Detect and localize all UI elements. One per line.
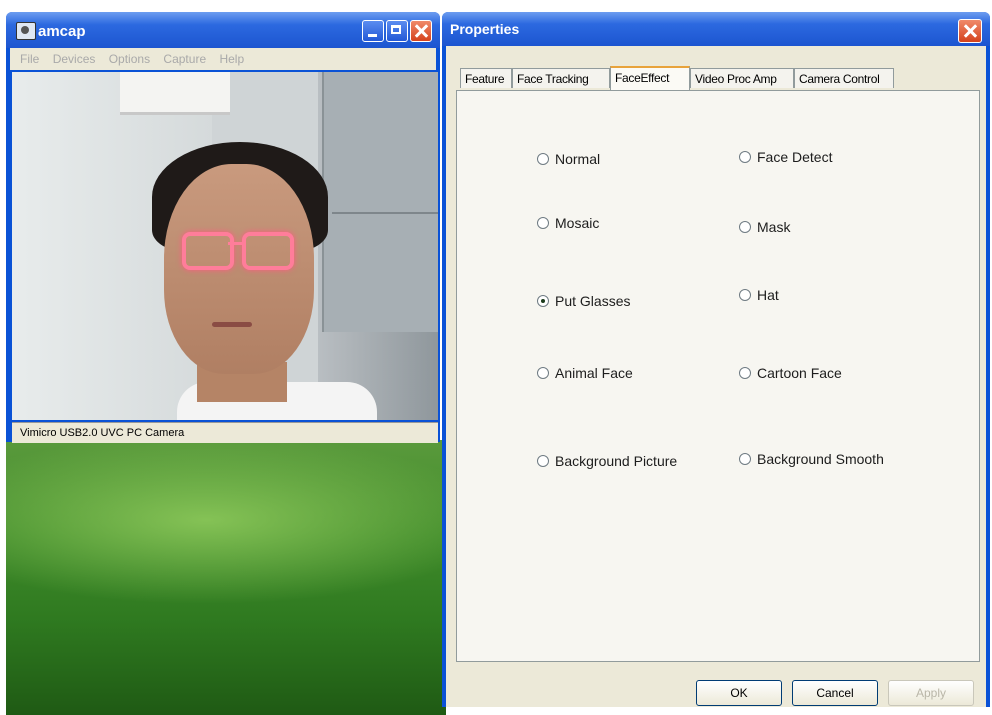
- radio-mask[interactable]: Mask: [739, 219, 790, 235]
- radio-normal[interactable]: Normal: [537, 151, 600, 167]
- amcap-menubar: File Devices Options Capture Help: [10, 48, 436, 70]
- radio-label: Background Picture: [555, 453, 678, 469]
- tab-face-effect[interactable]: FaceEffect: [610, 66, 690, 90]
- radio-indicator[interactable]: [537, 455, 549, 468]
- ok-button[interactable]: OK: [696, 680, 782, 706]
- desktop-wallpaper: [6, 440, 446, 715]
- menu-devices[interactable]: Devices: [53, 52, 96, 66]
- camera-device-name: Vimicro USB2.0 UVC PC Camera: [20, 427, 185, 439]
- radio-indicator[interactable]: [537, 367, 549, 380]
- virtual-glasses-right: [242, 232, 294, 270]
- virtual-glasses-left: [182, 232, 234, 270]
- close-icon[interactable]: [958, 19, 982, 43]
- face-effect-panel: Normal Face Detect Mosaic Mask Put Glass…: [456, 90, 980, 662]
- properties-title: Properties: [450, 21, 520, 37]
- radio-label: Hat: [757, 287, 779, 303]
- radio-indicator[interactable]: [739, 367, 751, 380]
- radio-hat[interactable]: Hat: [739, 287, 779, 303]
- virtual-glasses-bridge: [228, 242, 244, 245]
- radio-label: Put Glasses: [555, 293, 631, 309]
- cabinet-edge: [332, 212, 438, 214]
- radio-indicator[interactable]: [537, 153, 549, 166]
- apply-button[interactable]: Apply: [888, 680, 974, 706]
- properties-body: Feature Face Tracking FaceEffect Video P…: [446, 46, 986, 707]
- tab-feature[interactable]: Feature: [460, 68, 512, 88]
- air-conditioner: [120, 72, 230, 115]
- cancel-button[interactable]: Cancel: [792, 680, 878, 706]
- tab-video-proc-amp[interactable]: Video Proc Amp: [690, 68, 794, 88]
- radio-animal-face[interactable]: Animal Face: [537, 365, 633, 381]
- radio-indicator[interactable]: [537, 217, 549, 230]
- camera-app-icon[interactable]: [16, 22, 36, 40]
- camera-preview: [12, 72, 438, 420]
- maximize-icon[interactable]: [386, 20, 408, 42]
- radio-cartoon-face[interactable]: Cartoon Face: [739, 365, 842, 381]
- amcap-statusbar: Vimicro USB2.0 UVC PC Camera: [12, 422, 438, 443]
- radio-label: Animal Face: [555, 365, 633, 381]
- tab-camera-control[interactable]: Camera Control: [794, 68, 894, 88]
- radio-label: Background Smooth: [757, 451, 884, 467]
- cabinet: [322, 72, 438, 332]
- properties-dialog: Properties Feature Face Tracking FaceEff…: [442, 12, 990, 707]
- radio-indicator[interactable]: [739, 453, 751, 466]
- radio-label: Mask: [757, 219, 791, 235]
- radio-background-picture[interactable]: Background Picture: [537, 453, 677, 469]
- tab-face-tracking[interactable]: Face Tracking: [512, 68, 610, 88]
- radio-indicator[interactable]: [739, 289, 751, 302]
- radio-put-glasses[interactable]: Put Glasses: [537, 293, 630, 309]
- menu-capture[interactable]: Capture: [163, 52, 206, 66]
- properties-titlebar[interactable]: Properties: [442, 12, 990, 46]
- radio-indicator[interactable]: [739, 221, 751, 234]
- radio-label: Face Detect: [757, 149, 833, 165]
- radio-label: Cartoon Face: [757, 365, 842, 381]
- amcap-titlebar[interactable]: amcap: [6, 12, 440, 48]
- close-icon[interactable]: [410, 20, 432, 42]
- menu-help[interactable]: Help: [219, 52, 244, 66]
- radio-mosaic[interactable]: Mosaic: [537, 215, 599, 231]
- radio-background-smooth[interactable]: Background Smooth: [739, 451, 884, 467]
- radio-label: Mosaic: [555, 215, 600, 231]
- minimize-icon[interactable]: [362, 20, 384, 42]
- amcap-title: amcap: [38, 23, 86, 40]
- person-mouth: [212, 322, 252, 327]
- radio-label: Normal: [555, 151, 601, 167]
- menu-file[interactable]: File: [20, 52, 39, 66]
- radio-indicator-selected[interactable]: [537, 295, 549, 308]
- radio-face-detect[interactable]: Face Detect: [739, 149, 832, 165]
- menu-options[interactable]: Options: [109, 52, 150, 66]
- radio-indicator[interactable]: [739, 151, 751, 164]
